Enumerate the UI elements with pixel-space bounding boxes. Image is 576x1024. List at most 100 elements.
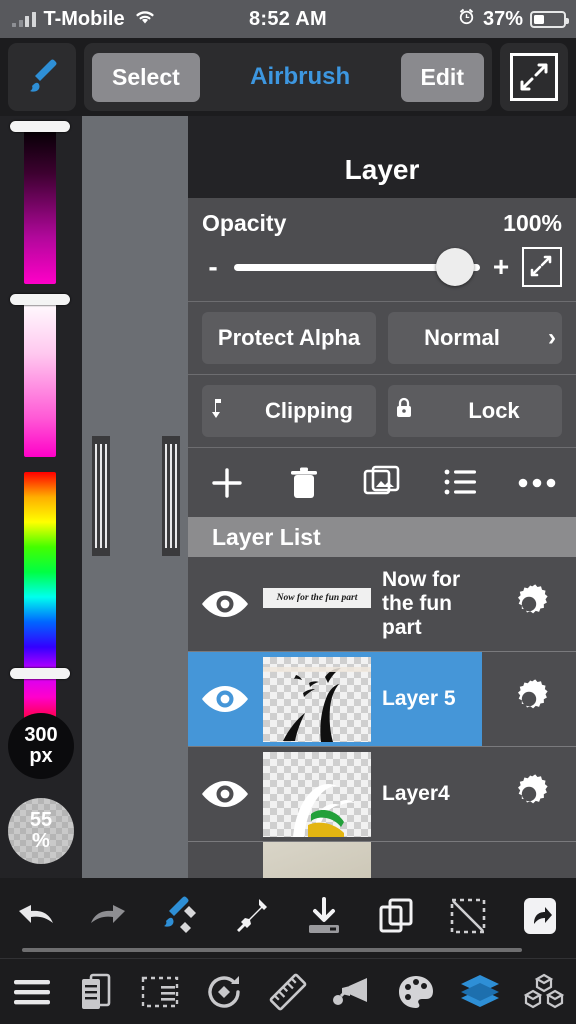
layer-lock-row: Clipping Lock [188,374,576,447]
opacity-increase-button[interactable]: + [490,251,512,283]
gear-icon [518,584,548,614]
ruler-icon[interactable] [260,964,316,1020]
add-layer-icon[interactable] [199,455,255,511]
duplicate-icon[interactable] [368,888,424,944]
opacity-slider[interactable] [234,248,480,286]
canvas-area[interactable] [82,116,188,878]
color-tools-column: 300 px 55 % [0,116,82,878]
layer-thumbnail[interactable]: Now for the fun part [262,557,372,651]
import-image-icon[interactable] [354,455,410,511]
brush-eraser-icon[interactable] [152,888,208,944]
share-icon[interactable] [512,888,568,944]
layer-visibility-toggle[interactable] [188,557,262,651]
materials-icon[interactable] [516,964,572,1020]
thumbnail-image [263,656,371,742]
signal-bars-icon [12,11,36,27]
padlock-icon [394,396,414,426]
palette-icon[interactable] [388,964,444,1020]
eye-visible-icon [202,781,248,807]
battery-icon [530,10,569,28]
blend-mode-label: Normal [424,325,500,350]
layer-name[interactable]: Now for the fun part [372,557,482,651]
app-root: T-Mobile 8:52 AM 37% Select Airbrush Edi… [0,0,576,1024]
opacity-decrease-button[interactable]: - [202,251,224,283]
thumbnail-image [263,751,371,837]
spray-icon[interactable] [324,964,380,1020]
brush-size-value: 300 [24,724,58,746]
eye-visible-icon [202,686,248,712]
layer-visibility-toggle[interactable] [188,747,262,841]
select-button[interactable]: Select [92,52,200,102]
opacity-section: Opacity 100% - + [188,198,576,301]
brush-name-label: Airbrush [250,63,351,90]
menu-icon[interactable] [4,964,60,1020]
expand-canvas-button[interactable] [500,43,568,111]
thumbnail-image: Now for the fun part [263,561,371,647]
transform-icon[interactable] [196,964,252,1020]
layer-options-list-icon[interactable] [432,455,488,511]
layer-thumbnail[interactable] [262,842,372,878]
brightness-knob[interactable] [10,121,70,132]
layer-name[interactable]: Layer4 [372,747,482,841]
opacity-expand-button[interactable] [522,247,562,287]
layer-thumbnail[interactable] [262,747,372,841]
layer-thumbnail[interactable] [262,652,372,746]
delete-layer-icon[interactable] [276,455,332,511]
saturation-slider[interactable] [10,294,70,457]
redo-icon[interactable] [80,888,136,944]
layer-name[interactable]: Layer 5 [372,652,482,746]
brush-opacity-indicator[interactable]: 55 % [8,798,74,864]
table-row[interactable]: Layer4 [188,747,576,842]
layer-settings-button[interactable] [482,747,576,841]
layer-settings-button[interactable] [482,557,576,651]
protect-alpha-label: Protect Alpha [217,325,361,350]
table-row[interactable] [188,842,576,878]
layers-icon[interactable] [452,964,508,1020]
layer-visibility-toggle[interactable] [188,652,262,746]
layer-visibility-toggle[interactable] [188,842,262,878]
opacity-value: 100% [503,210,562,236]
protect-alpha-button[interactable]: Protect Alpha [202,312,376,364]
deselect-icon[interactable] [440,888,496,944]
toolbar-segment-group: Select Airbrush Edit [84,43,492,111]
layer-list-header: Layer List [188,517,576,557]
saturation-track [24,299,56,457]
layer-name[interactable] [372,842,482,878]
layer-list-title: Layer List [212,523,321,550]
carrier-label: T-Mobile [43,7,125,30]
table-row[interactable]: Now for the fun part Now for the fun par… [188,557,576,652]
saturation-knob[interactable] [10,294,70,305]
layer-name-label: Layer 5 [382,686,456,710]
layer-settings-button[interactable] [482,652,576,746]
scroll-indicator [22,948,522,952]
download-icon[interactable] [296,888,352,944]
opacity-slider-row: - + [202,247,562,287]
hue-knob[interactable] [10,668,70,679]
selection-icon[interactable] [132,964,188,1020]
layer-mode-row: Protect Alpha Normal › [188,301,576,374]
opacity-slider-knob[interactable] [436,248,474,286]
more-options-icon[interactable] [509,455,565,511]
hue-slider[interactable] [10,472,70,722]
wifi-icon [133,7,157,31]
table-row[interactable]: Layer 5 [188,652,576,747]
panel-drag-handle-right[interactable] [162,436,180,556]
layer-name-label: Now for the fun part [382,567,461,640]
clipping-label: Clipping [265,398,353,423]
undo-icon[interactable] [8,888,64,944]
edit-button[interactable]: Edit [400,52,484,102]
blend-mode-button[interactable]: Normal › [388,312,562,364]
brightness-slider[interactable] [10,121,70,284]
layer-settings-button[interactable] [482,842,576,878]
eyedropper-icon[interactable] [224,888,280,944]
status-right: 37% [356,7,576,32]
lock-label: Lock [468,398,520,423]
pages-icon[interactable] [68,964,124,1020]
lock-button[interactable]: Lock [388,385,562,437]
bottom-nav-bar [0,958,576,1024]
brush-size-indicator[interactable]: 300 px [8,713,74,779]
paintbrush-icon[interactable] [8,43,76,111]
panel-drag-handle-left[interactable] [92,436,110,556]
battery-percent-label: 37% [482,7,523,30]
clipping-button[interactable]: Clipping [202,385,376,437]
